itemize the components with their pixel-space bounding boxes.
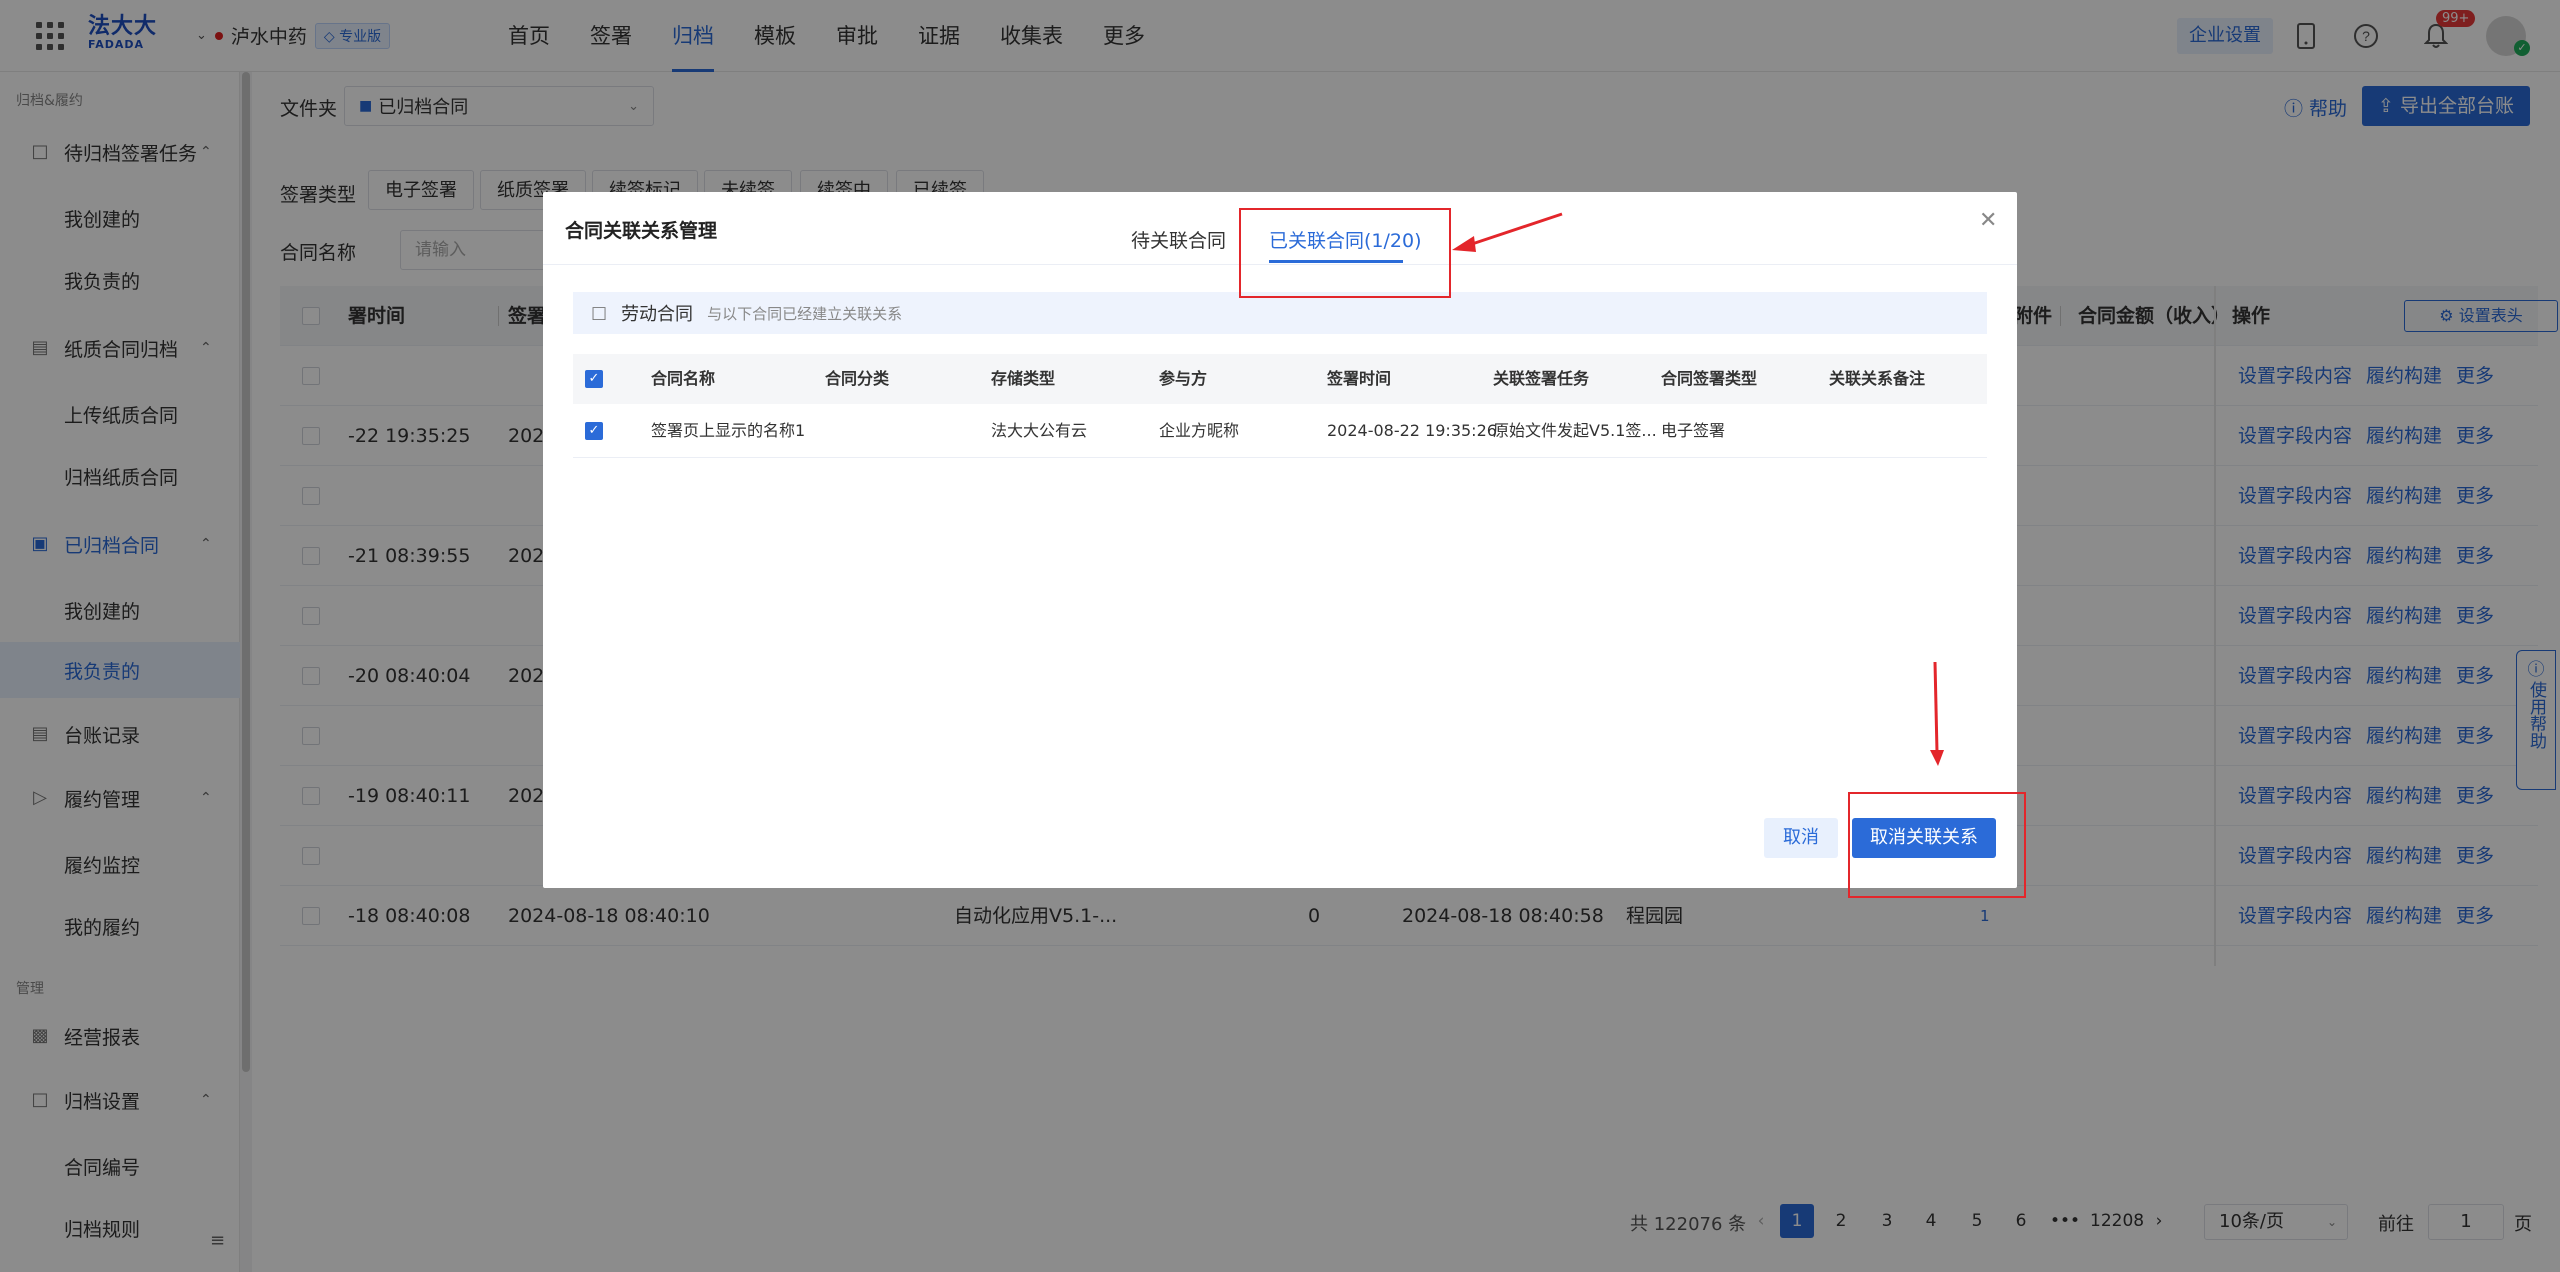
annotation-arrows [1452, 212, 1944, 766]
annotation-arrowhead [1930, 750, 1944, 766]
annotation-arrowhead [1452, 236, 1476, 252]
annotation-arrow-line [1465, 212, 1563, 248]
annotation-arrow-line [1933, 661, 1939, 753]
